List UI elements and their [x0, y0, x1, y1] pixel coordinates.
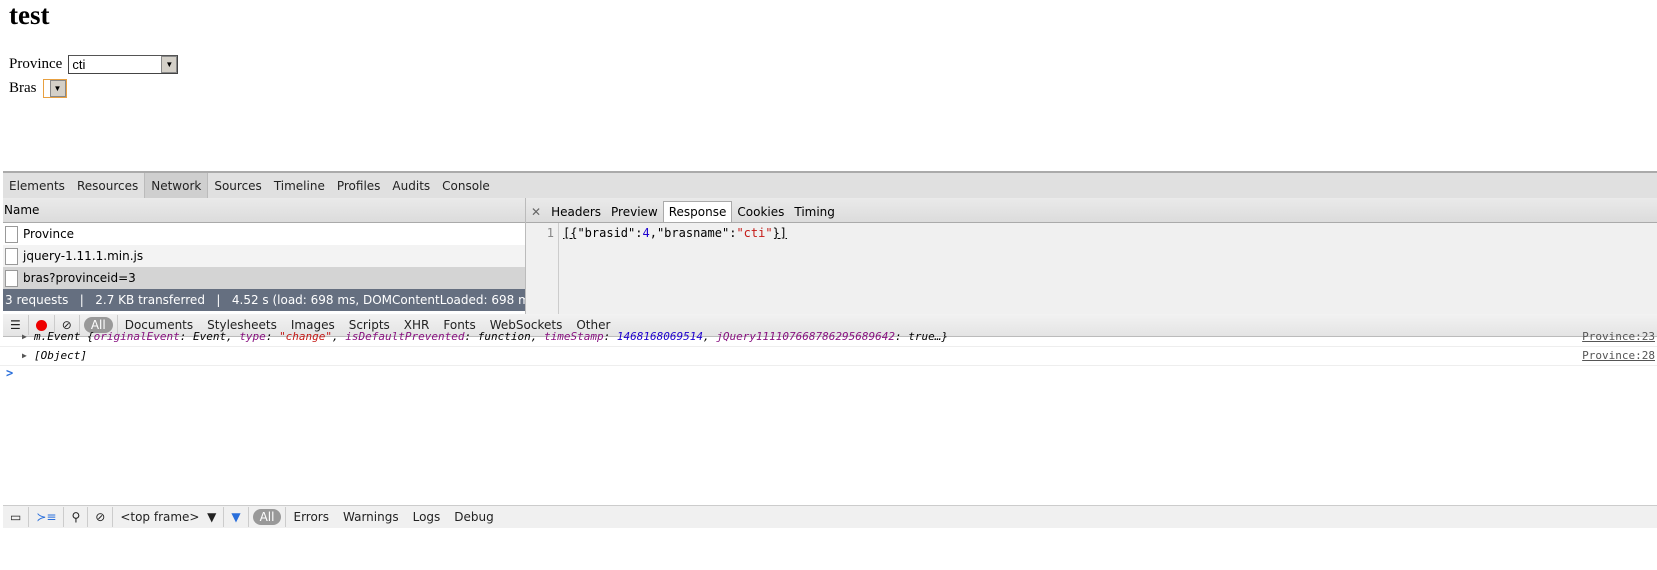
console-toolbar: ▭ ≻≡ ⚲ ⊘ <top frame> ▼ ▼ All Errors Warn…: [3, 505, 1657, 528]
bras-select[interactable]: ▼: [42, 79, 67, 98]
console-text: [Object]: [34, 349, 87, 362]
json-key: "brasid": [577, 226, 636, 240]
console-key: isDefaultPrevented: [345, 330, 465, 343]
console-text: :: [265, 330, 280, 343]
request-row-selected[interactable]: bras?provinceid=3: [3, 267, 525, 289]
json-string: "cti": [736, 226, 773, 240]
dock-icon[interactable]: ▭: [3, 510, 28, 524]
console-text: :: [603, 330, 617, 343]
json-key: "brasname": [656, 226, 730, 240]
province-label: Province: [9, 56, 63, 72]
frame-value: <top frame>: [120, 510, 200, 524]
expand-triangle-icon[interactable]: ▶: [22, 332, 30, 341]
tab-audits[interactable]: Audits: [386, 173, 436, 199]
name-column-header[interactable]: Name: [3, 198, 525, 223]
level-all[interactable]: All: [252, 509, 282, 525]
tab-headers[interactable]: Headers: [546, 202, 606, 222]
chevron-down-icon: ▼: [49, 80, 66, 97]
request-detail-panel: ✕ Headers Preview Response Cookies Timin…: [525, 198, 1657, 315]
chevron-down-icon: ▼: [207, 510, 217, 524]
console-key: type: [239, 330, 266, 343]
json-punct: ,: [649, 226, 657, 240]
document-icon: [5, 247, 18, 265]
json-punct: [{: [563, 226, 578, 240]
province-select[interactable]: cti ▼: [68, 55, 179, 74]
console-text: : Event,: [179, 330, 240, 343]
request-row[interactable]: Province: [3, 223, 525, 245]
document-icon: [5, 225, 18, 243]
close-icon[interactable]: ✕: [526, 202, 546, 222]
transferred-size: 2.7 KB transferred: [95, 293, 205, 307]
tab-profiles[interactable]: Profiles: [331, 173, 387, 199]
level-logs[interactable]: Logs: [406, 510, 448, 524]
network-summary: 3 requests | 2.7 KB transferred | 4.52 s…: [3, 289, 541, 311]
load-timing: 4.52 s (load: 698 ms, DOMContentLoaded: …: [231, 293, 541, 307]
console-key: timeStamp: [544, 330, 604, 343]
frame-select[interactable]: <top frame> ▼: [113, 510, 223, 524]
clear-icon[interactable]: ⊘: [88, 510, 112, 524]
tab-console[interactable]: Console: [436, 173, 496, 199]
tab-timing[interactable]: Timing: [789, 202, 840, 222]
request-name: Province: [23, 227, 75, 241]
tab-resources[interactable]: Resources: [71, 173, 144, 199]
console-text: ,: [702, 330, 717, 343]
tab-cookies[interactable]: Cookies: [732, 202, 789, 222]
chevron-down-icon: ▼: [161, 56, 178, 73]
console-key: originalEvent: [93, 330, 180, 343]
tab-preview[interactable]: Preview: [606, 202, 663, 222]
console-number: 1468168069514: [616, 330, 703, 343]
console-text: ,: [332, 330, 346, 343]
console-message[interactable]: ▶ m.Event {originalEvent: Event, type: "…: [0, 327, 1657, 347]
tab-response[interactable]: Response: [662, 201, 733, 222]
network-request-list: Name Province jquery-1.11.1.min.js bras?…: [3, 198, 541, 311]
province-value: cti: [72, 57, 86, 72]
document-icon: [5, 269, 18, 287]
console-prompt[interactable]: >: [6, 366, 13, 380]
request-name: jquery-1.11.1.min.js: [23, 249, 144, 263]
page-title: test: [9, 0, 50, 30]
request-name: bras?provinceid=3: [23, 271, 136, 285]
line-number: 1: [526, 223, 559, 315]
console-text: : function,: [464, 330, 544, 343]
console-drawer-icon[interactable]: ≻≡: [29, 510, 63, 524]
level-errors[interactable]: Errors: [286, 510, 336, 524]
tab-sources[interactable]: Sources: [208, 173, 267, 199]
source-link[interactable]: Province:28: [1582, 349, 1655, 362]
console-message[interactable]: ▶ [Object] Province:28: [0, 346, 1657, 366]
tab-timeline[interactable]: Timeline: [268, 173, 331, 199]
console-string: "change": [279, 330, 333, 343]
request-row[interactable]: jquery-1.11.1.min.js: [3, 245, 525, 267]
expand-triangle-icon[interactable]: ▶: [22, 351, 30, 360]
filter-icon[interactable]: ▼: [224, 510, 247, 524]
source-link[interactable]: Province:23: [1582, 330, 1655, 343]
tab-network[interactable]: Network: [144, 173, 209, 199]
json-punct: }]: [772, 226, 788, 240]
console-text: : true…}: [895, 330, 948, 343]
bras-label: Bras: [9, 80, 37, 96]
tab-elements[interactable]: Elements: [3, 173, 71, 199]
json-number: 4: [642, 226, 650, 240]
level-warnings[interactable]: Warnings: [336, 510, 406, 524]
console-text: m.Event {: [34, 330, 94, 343]
response-body[interactable]: [{"brasid":4,"brasname":"cti"}]: [559, 223, 791, 315]
search-icon[interactable]: ⚲: [64, 510, 87, 524]
request-count: 3 requests: [5, 293, 69, 307]
devtools-tabs: Elements Resources Network Sources Timel…: [3, 171, 1657, 200]
console-key: jQuery111107668786295689642: [716, 330, 896, 343]
level-debug[interactable]: Debug: [447, 510, 500, 524]
